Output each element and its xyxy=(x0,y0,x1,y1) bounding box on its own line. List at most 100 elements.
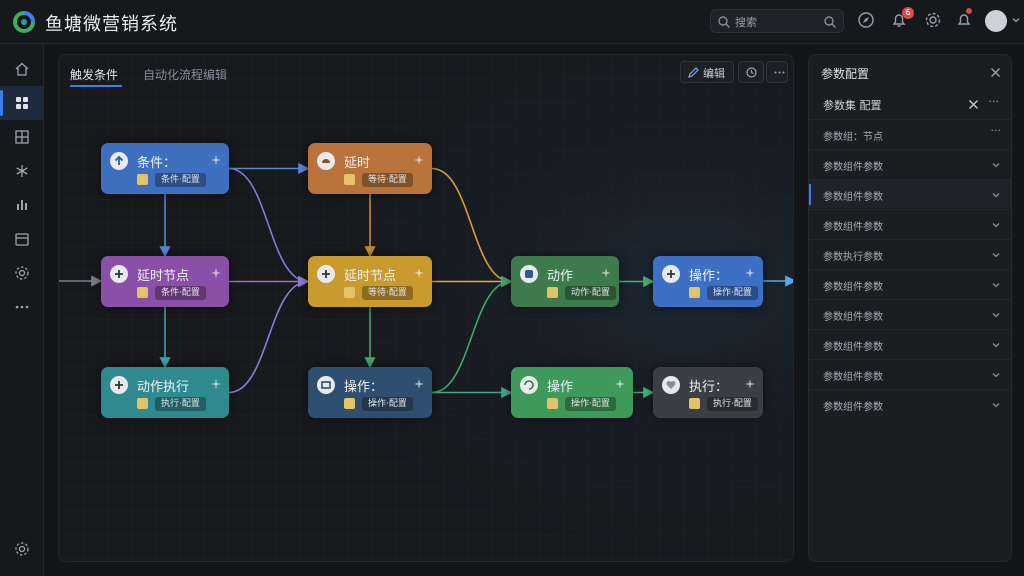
param-row-label: 参数组：节点 xyxy=(823,132,883,143)
flow-node[interactable]: 动作执行 执行·配置 xyxy=(101,367,229,418)
action-icon xyxy=(520,265,538,283)
node-title: 操作： xyxy=(344,380,384,395)
node-title: 延时节点 xyxy=(344,269,397,284)
node-title: 动作执行 xyxy=(137,380,190,395)
sparkle-icon[interactable] xyxy=(615,379,625,389)
search-submit-icon[interactable] xyxy=(823,15,837,29)
param-row[interactable]: 参数组件参数 xyxy=(809,299,1011,328)
sparkle-icon[interactable] xyxy=(414,379,424,389)
sparkle-icon[interactable] xyxy=(414,268,424,278)
chevron-down-icon[interactable] xyxy=(991,250,1001,260)
node-type-icon xyxy=(137,287,148,298)
more-button[interactable] xyxy=(766,61,788,83)
avatar[interactable] xyxy=(985,10,1007,32)
chevron-down-icon[interactable] xyxy=(991,220,1001,230)
search-icon xyxy=(718,16,730,28)
chevron-down-icon[interactable] xyxy=(991,370,1001,380)
rail-item-dashboard[interactable] xyxy=(0,86,44,120)
param-row[interactable]: 参数组件参数 xyxy=(809,359,1011,388)
rail-item-settings[interactable] xyxy=(0,256,44,290)
row-more-icon[interactable]: ··· xyxy=(991,124,1002,137)
node-type-icon xyxy=(689,287,700,298)
param-row[interactable]: 参数组件参数 xyxy=(809,179,1011,208)
node-chip: 条件·配置 xyxy=(155,286,206,300)
sparkle-icon[interactable] xyxy=(745,268,755,278)
sparkle-icon[interactable] xyxy=(211,155,221,165)
node-type-icon xyxy=(344,174,355,185)
rail-item-calendar[interactable] xyxy=(0,222,44,256)
sparkle-icon[interactable] xyxy=(211,379,221,389)
node-title: 动作 xyxy=(547,269,574,284)
flow-node[interactable]: 操作： 操作·配置 xyxy=(308,367,432,418)
sparkle-icon[interactable] xyxy=(601,268,611,278)
history-button[interactable] xyxy=(738,61,764,83)
plus-icon xyxy=(317,265,335,283)
app-logo-icon xyxy=(13,11,35,33)
flow-node[interactable]: 延时 等待·配置 xyxy=(308,143,432,194)
top-bar: 鱼塘微营销系统 搜索 6 xyxy=(0,0,1024,44)
flow-canvas-panel: 触发条件 自动化流程编辑 编辑 条件： 条件·配置 延时 等待·配置延时节点条件·配置… xyxy=(58,54,794,562)
node-chip: 等待·配置 xyxy=(362,173,413,187)
sparkle-icon[interactable] xyxy=(745,379,755,389)
edit-button[interactable]: 编辑 xyxy=(680,61,734,83)
rail-item-snowflake[interactable] xyxy=(0,154,44,188)
node-type-icon xyxy=(137,174,148,185)
chevron-down-icon[interactable] xyxy=(1011,15,1021,25)
node-chip: 动作·配置 xyxy=(565,286,616,300)
rail-item-chart[interactable] xyxy=(0,188,44,222)
param-row[interactable]: 参数组件参数 xyxy=(809,149,1011,178)
chevron-down-icon[interactable] xyxy=(991,340,1001,350)
flow-node[interactable]: 延时节点条件·配置 xyxy=(101,256,229,307)
clock-icon xyxy=(317,152,335,170)
node-chip: 操作·配置 xyxy=(565,397,616,411)
dashboard-icon xyxy=(16,97,28,109)
flow-node[interactable]: 条件： 条件·配置 xyxy=(101,143,229,194)
chevron-down-icon[interactable] xyxy=(991,190,1001,200)
flow-node[interactable]: 操作操作·配置 xyxy=(511,367,633,418)
notification-badge: 6 xyxy=(902,7,914,19)
compass-icon[interactable] xyxy=(857,11,875,29)
param-row-label: 参数组件参数 xyxy=(823,402,883,413)
flow-canvas[interactable] xyxy=(59,55,794,562)
node-type-icon xyxy=(344,287,355,298)
node-type-icon xyxy=(689,398,700,409)
rail-item-more[interactable] xyxy=(0,290,44,324)
node-title: 延时节点 xyxy=(137,269,190,284)
panel-subtitle: 参数集 配置 xyxy=(823,99,882,112)
node-title: 操作 xyxy=(547,380,574,395)
tab-flow-editor[interactable]: 自动化流程编辑 xyxy=(143,66,227,83)
rail-item-home[interactable] xyxy=(0,52,44,86)
chevron-down-icon[interactable] xyxy=(991,310,1001,320)
chevron-down-icon[interactable] xyxy=(991,280,1001,290)
rail-item-grid[interactable] xyxy=(0,120,44,154)
flow-node[interactable]: 执行： 执行·配置 xyxy=(653,367,763,418)
panel-title: 参数配置 xyxy=(821,67,870,81)
alert-dot xyxy=(966,8,972,14)
chevron-down-icon[interactable] xyxy=(991,400,1001,410)
param-row[interactable]: 参数组件参数 xyxy=(809,389,1011,418)
param-row[interactable]: 参数执行参数 xyxy=(809,239,1011,268)
flow-node[interactable]: 动作动作·配置 xyxy=(511,256,619,307)
node-type-icon xyxy=(547,287,558,298)
plus-icon xyxy=(662,265,680,283)
param-row[interactable]: 参数组：节点 ··· xyxy=(809,119,1011,148)
tab-trigger[interactable]: 触发条件 xyxy=(70,66,118,83)
param-row[interactable]: 参数组件参数 xyxy=(809,329,1011,358)
chevron-down-icon[interactable] xyxy=(991,160,1001,170)
param-row-label: 参数执行参数 xyxy=(823,252,883,263)
clear-icon[interactable] xyxy=(968,99,979,110)
param-row[interactable]: 参数组件参数 xyxy=(809,269,1011,298)
flow-node[interactable]: 延时节点 等待·配置 xyxy=(308,256,432,307)
sparkle-icon[interactable] xyxy=(414,155,424,165)
subtitle-more-icon[interactable]: ··· xyxy=(989,95,1000,108)
param-row-label: 参数组件参数 xyxy=(823,282,883,293)
sparkle-icon[interactable] xyxy=(211,268,221,278)
rail-item-gear[interactable] xyxy=(0,532,44,566)
param-row-label: 参数组件参数 xyxy=(823,342,883,353)
search-input[interactable]: 搜索 xyxy=(710,9,844,33)
settings-icon[interactable] xyxy=(924,11,942,29)
app-title: 鱼塘微营销系统 xyxy=(45,14,178,35)
param-row[interactable]: 参数组件参数 xyxy=(809,209,1011,238)
flow-node[interactable]: 操作： 操作·配置 xyxy=(653,256,763,307)
close-icon[interactable] xyxy=(990,67,1001,78)
